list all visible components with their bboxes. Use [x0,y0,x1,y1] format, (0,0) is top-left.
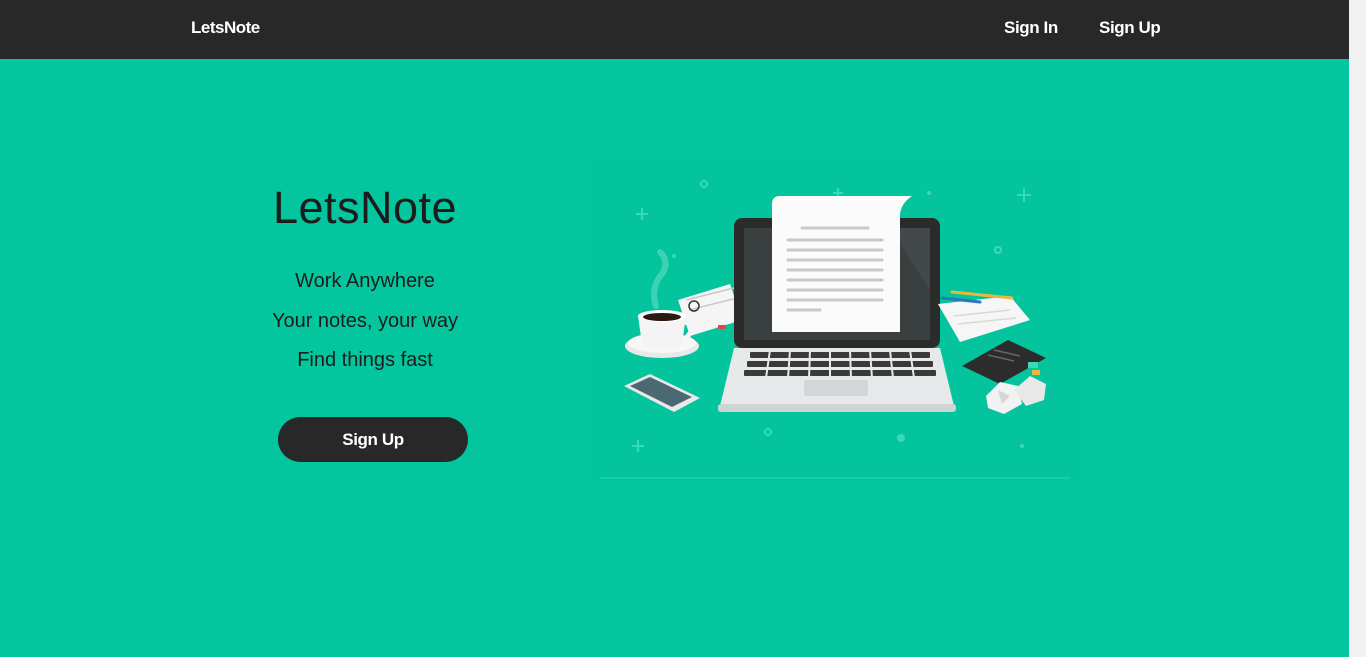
tagline-list: Work Anywhere Your notes, your way Find … [230,262,500,381]
brand-logo[interactable]: LetsNote [191,18,260,38]
hero-text-block: LetsNote Work Anywhere Your notes, your … [230,180,500,381]
nav-sign-up-link[interactable]: Sign Up [1099,18,1161,38]
top-navbar: LetsNote Sign In Sign Up [0,0,1349,59]
page-background: LetsNote Sign In Sign Up LetsNote Work A… [0,0,1349,657]
nav-sign-in-link[interactable]: Sign In [1004,18,1058,38]
hero-title: LetsNote [272,182,458,233]
tagline-your-way: Your notes, your way [271,309,459,332]
tagline-find-fast: Find things fast [297,349,433,371]
vertical-scrollbar[interactable] [1349,0,1366,657]
hero-sign-up-button[interactable]: Sign Up [278,417,468,462]
document-icon [772,196,912,332]
hero-illustration [590,160,1080,480]
trackpad [804,380,868,396]
keyboard-keys [744,352,936,376]
tagline-work-anywhere: Work Anywhere [295,270,435,292]
